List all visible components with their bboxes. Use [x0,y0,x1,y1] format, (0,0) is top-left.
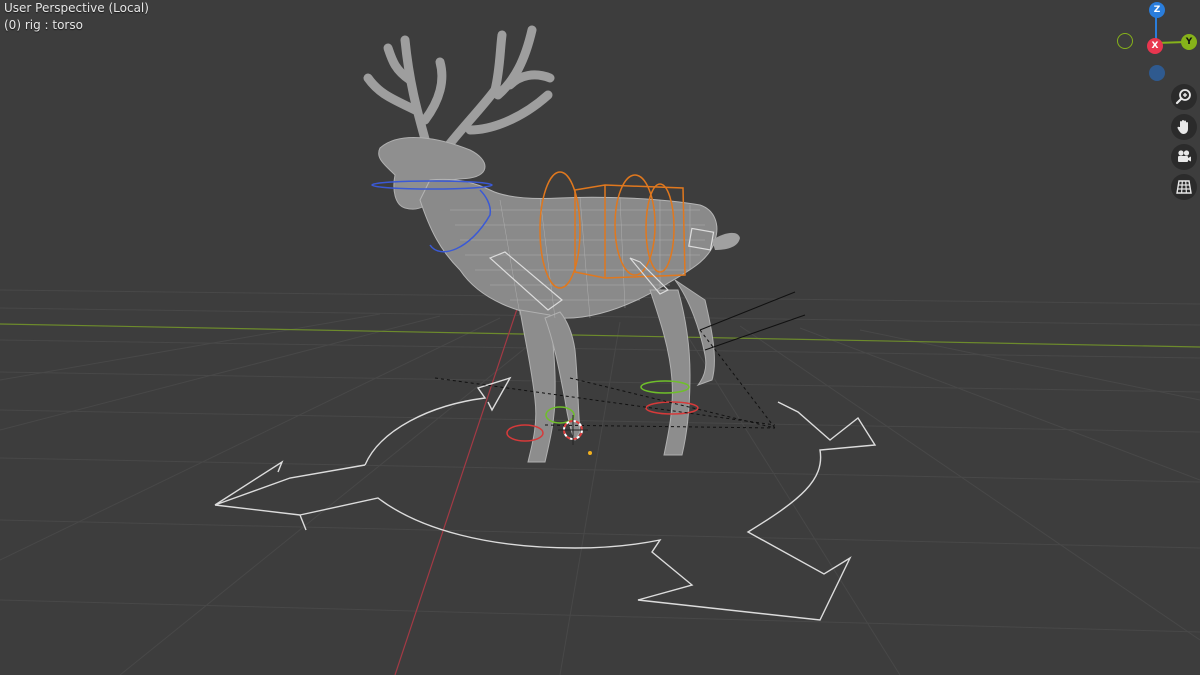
y-axis-line [0,323,1200,348]
ortho-toggle-button[interactable] [1171,174,1197,200]
pan-button[interactable] [1171,114,1197,140]
zoom-button[interactable] [1171,84,1197,110]
3d-viewport[interactable]: User Perspective (Local) (0) rig : torso… [0,0,1200,675]
gizmo-z-label: Z [1153,5,1161,15]
gizmo-y-axis[interactable]: Y [1181,34,1197,50]
ground-grid [0,289,1200,675]
active-object-label: (0) rig : torso [4,18,83,32]
gizmo-neg-y-axis[interactable] [1117,33,1133,49]
camera-view-button[interactable] [1171,144,1197,170]
origin-point [588,451,592,455]
camera-icon [1178,150,1191,162]
hand-pan-icon [1177,120,1188,134]
scene-canvas[interactable] [0,0,1200,675]
x-axis-line [394,299,521,675]
3d-cursor[interactable] [558,415,588,445]
navigation-gizmo[interactable]: Z X Y [1112,0,1200,86]
gizmo-neg-z-axis[interactable] [1149,65,1165,81]
gizmo-x-axis[interactable]: X [1147,38,1163,54]
gizmo-y-label: Y [1185,37,1193,47]
gizmo-z-axis[interactable]: Z [1149,2,1165,18]
grid-ortho-icon [1176,180,1192,194]
zoom-icon [1175,89,1191,105]
view-title: User Perspective (Local) [4,1,149,15]
gizmo-x-label: X [1151,41,1159,51]
